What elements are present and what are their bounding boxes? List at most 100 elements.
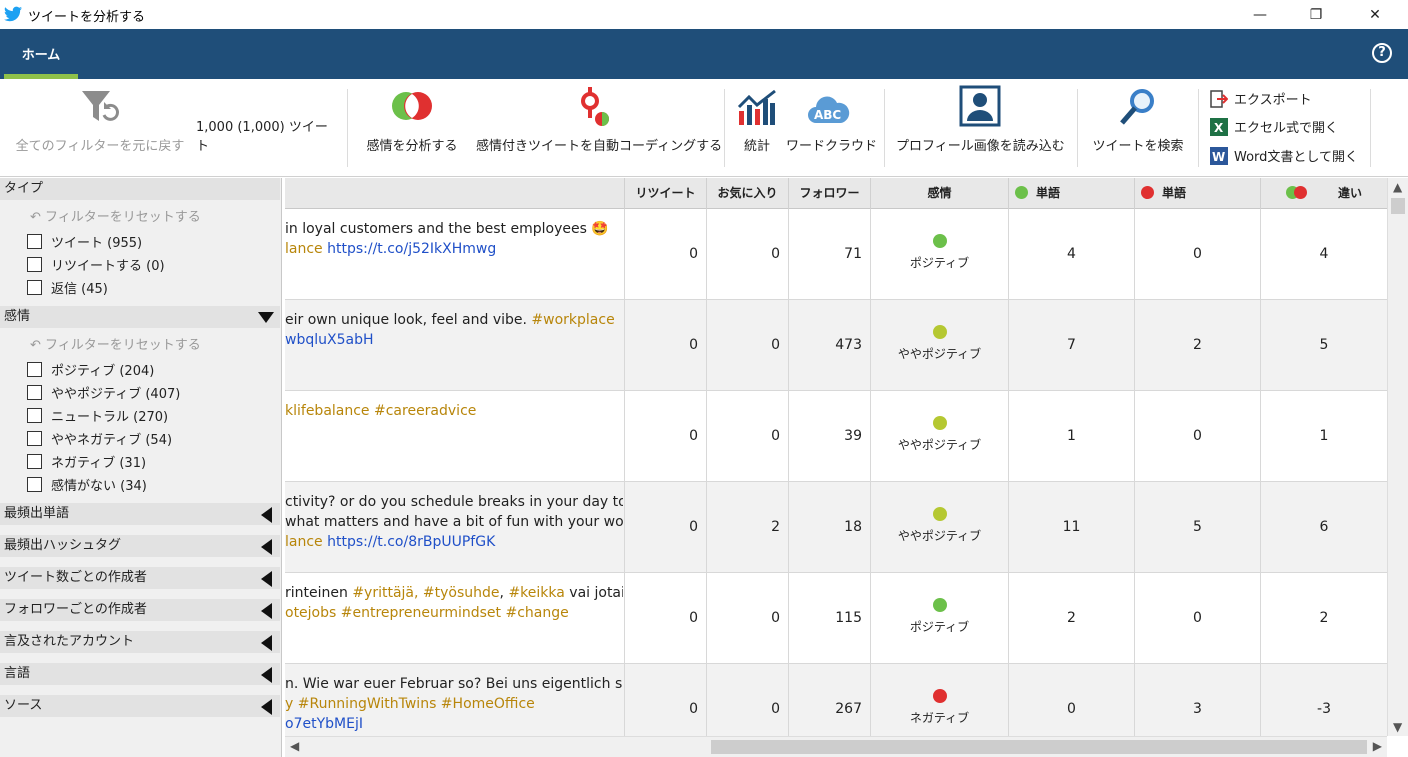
expand-triangle-icon[interactable] (261, 571, 272, 587)
filter-no-sentiment[interactable]: 感情がない (34) (27, 475, 147, 494)
checkbox[interactable] (27, 385, 42, 400)
authors-by-tweets-header[interactable]: ツイート数ごとの作成者 (0, 567, 280, 589)
tab-home[interactable]: ホーム (4, 43, 78, 79)
checkbox[interactable] (27, 408, 42, 423)
table-row[interactable]: rinteinen #yrittäjä, #työsuhde, #keikka … (285, 573, 1387, 664)
scroll-thumb[interactable] (1391, 198, 1405, 214)
open-excel-button[interactable]: X エクセル式で開く (1210, 117, 1338, 136)
scroll-thumb[interactable] (711, 740, 1367, 754)
top-words-header[interactable]: 最頻出単語 (0, 503, 280, 525)
checkbox[interactable] (27, 431, 42, 446)
col-difference[interactable]: 違い (1260, 178, 1387, 209)
filter-tweet[interactable]: ツイート (955) (27, 232, 142, 251)
collapse-triangle-icon[interactable] (258, 312, 274, 323)
table-row[interactable]: in loyal customers and the best employee… (285, 209, 1387, 300)
mentioned-accounts-header[interactable]: 言及されたアカウント (0, 631, 280, 653)
sentiment-dot-icon (932, 507, 947, 521)
reset-filters-button[interactable]: 全てのフィルターを元に戻す (10, 85, 190, 165)
col-sentiment[interactable]: 感情 (870, 178, 1008, 209)
filter-retweet[interactable]: リツイートする (0) (27, 255, 165, 274)
expand-triangle-icon[interactable] (261, 603, 272, 619)
difference-cell: 2 (1260, 573, 1387, 664)
checkbox[interactable] (27, 362, 42, 377)
language-header[interactable]: 言語 (0, 663, 280, 685)
wordcloud-button[interactable]: ABC ワードクラウド (786, 85, 877, 165)
sentiment-cell: ややポジティブ (870, 391, 1008, 482)
search-icon (1120, 89, 1154, 125)
top-hashtags-header[interactable]: 最頻出ハッシュタグ (0, 535, 280, 557)
col-retweets[interactable]: リツイート (624, 178, 706, 209)
col-negative-words[interactable]: 単語 (1134, 178, 1260, 209)
difference-cell: -3 (1260, 664, 1387, 736)
sentiment-section-header[interactable]: 感情 (0, 306, 280, 328)
scroll-left-icon[interactable]: ◀ (290, 739, 299, 753)
search-tweets-button[interactable]: ツイートを検索 (1088, 85, 1188, 165)
filter-negative[interactable]: ネガティブ (31) (27, 452, 146, 471)
reset-type-filter[interactable]: ↶ フィルターをリセットする (30, 206, 201, 225)
checkbox[interactable] (27, 454, 42, 469)
checkbox[interactable] (27, 257, 42, 272)
load-profile-images-button[interactable]: プロフィール画像を読み込む (896, 85, 1065, 165)
separator (347, 89, 348, 167)
horizontal-scrollbar[interactable]: ◀ ▶ (285, 736, 1387, 757)
table-row[interactable]: n. Wie war euer Februar so? Bei uns eige… (285, 664, 1387, 736)
col-followers[interactable]: フォロワー (788, 178, 870, 209)
expand-triangle-icon[interactable] (261, 667, 272, 683)
title-bar: ツイートを分析する — ❐ ✕ (0, 0, 1408, 29)
retweets-cell: 0 (624, 209, 706, 300)
positive-words-cell: 4 (1008, 209, 1134, 300)
table-row[interactable]: ctivity? or do you schedule breaks in yo… (285, 482, 1387, 573)
tweet-text: rinteinen #yrittäjä, #työsuhde, #keikka … (285, 585, 623, 621)
expand-triangle-icon[interactable] (261, 507, 272, 523)
ribbon-tab-bar: ホーム ? (0, 29, 1408, 79)
scroll-down-icon[interactable]: ▼ (1393, 720, 1402, 734)
statistics-button[interactable]: 統計 (734, 85, 780, 165)
checkbox[interactable] (27, 280, 42, 295)
close-button[interactable]: ✕ (1352, 0, 1398, 29)
followers-cell: 267 (788, 664, 870, 736)
scroll-right-icon[interactable]: ▶ (1373, 739, 1382, 753)
filter-reply[interactable]: 返信 (45) (27, 278, 108, 297)
expand-triangle-icon[interactable] (261, 635, 272, 651)
undo-icon: ↶ (30, 210, 46, 225)
profile-image-icon (959, 85, 1001, 127)
checkbox[interactable] (27, 234, 42, 249)
maximize-button[interactable]: ❐ (1293, 0, 1339, 29)
reset-sentiment-filter[interactable]: ↶ フィルターをリセットする (30, 334, 201, 353)
expand-triangle-icon[interactable] (261, 699, 272, 715)
open-word-button[interactable]: W Word文書として開く (1210, 146, 1358, 165)
followers-cell: 71 (788, 209, 870, 300)
followers-cell: 115 (788, 573, 870, 664)
sentiment-cell: ややポジティブ (870, 482, 1008, 573)
filter-somewhat-negative[interactable]: ややネガティブ (54) (27, 429, 172, 448)
favorites-cell: 0 (706, 573, 788, 664)
excel-icon: X (1210, 117, 1228, 136)
filter-reset-icon (82, 91, 119, 121)
ribbon-toolbar: 全てのフィルターを元に戻す 1,000 (1,000) ツイート 感情を分析する… (0, 79, 1408, 177)
help-icon[interactable]: ? (1372, 43, 1392, 63)
authors-by-followers-header[interactable]: フォロワーごとの作成者 (0, 599, 280, 621)
expand-triangle-icon[interactable] (261, 539, 272, 555)
favorites-cell: 0 (706, 209, 788, 300)
green-dot-icon (1015, 186, 1028, 199)
followers-cell: 39 (788, 391, 870, 482)
table-row[interactable]: eir own unique look, feel and vibe. #wor… (285, 300, 1387, 391)
vertical-scrollbar[interactable]: ▲ ▼ (1387, 178, 1408, 736)
filter-neutral[interactable]: ニュートラル (270) (27, 406, 168, 425)
source-header[interactable]: ソース (0, 695, 280, 717)
type-section-header[interactable]: タイプ (0, 178, 280, 200)
word-cloud-icon: ABC (808, 96, 850, 123)
checkbox[interactable] (27, 477, 42, 492)
table-row[interactable]: klifebalance #careeradvice 0 0 39 ややポジティ… (285, 391, 1387, 482)
export-button[interactable]: エクスポート (1210, 89, 1312, 108)
col-positive-words[interactable]: 単語 (1008, 178, 1134, 209)
difference-cell: 6 (1260, 482, 1387, 573)
minimize-button[interactable]: — (1237, 0, 1283, 29)
autocode-button[interactable]: 感情付きツイートを自動コーディングする (476, 85, 722, 165)
filter-somewhat-positive[interactable]: ややポジティブ (407) (27, 383, 180, 402)
scroll-up-icon[interactable]: ▲ (1393, 180, 1402, 194)
sentiment-cell: ポジティブ (870, 573, 1008, 664)
filter-positive[interactable]: ポジティブ (204) (27, 360, 154, 379)
analyze-sentiment-button[interactable]: 感情を分析する (360, 85, 464, 165)
col-favorites[interactable]: お気に入り (706, 178, 788, 209)
